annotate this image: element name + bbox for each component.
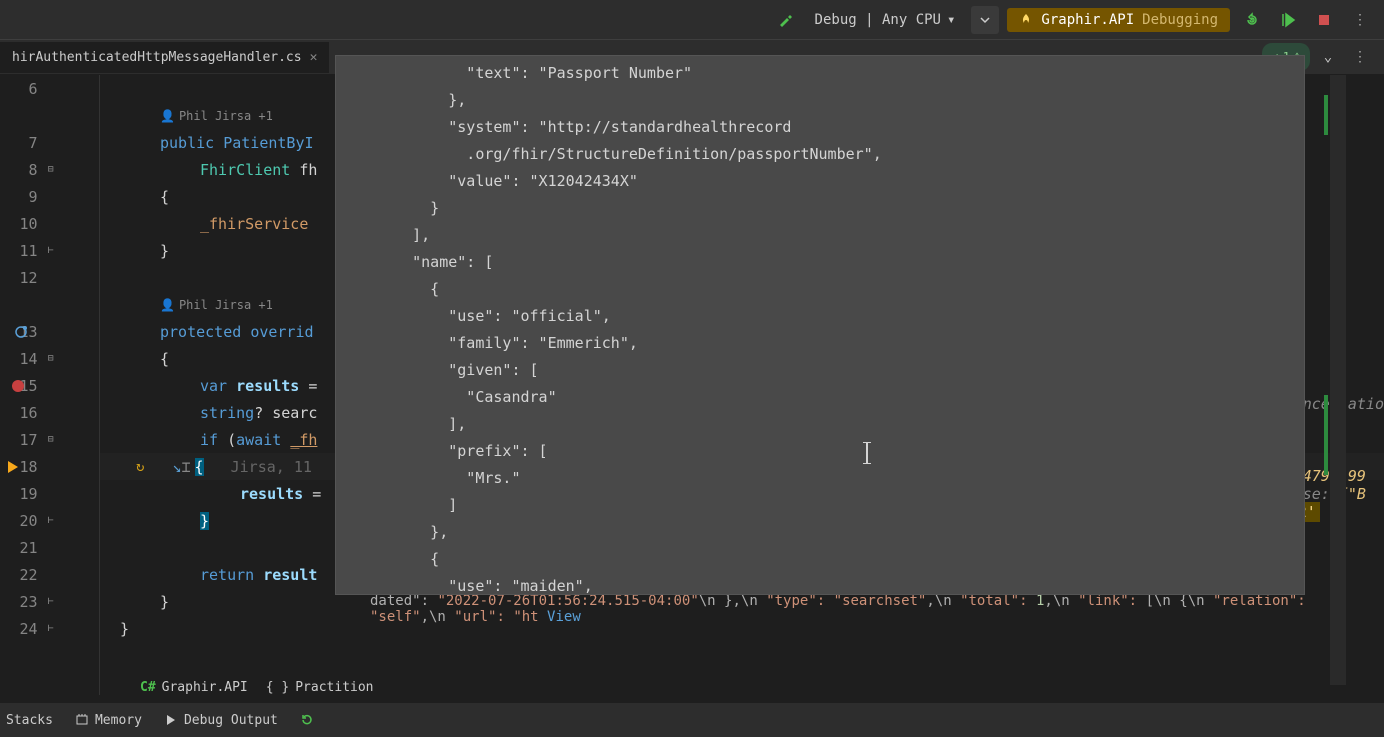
status-bar: Stacks Memory Debug Output (0, 703, 1384, 737)
line-num: 8 (0, 161, 48, 179)
fold-end-icon: ⊢ (48, 623, 54, 634)
execution-pointer-icon[interactable] (8, 461, 18, 473)
config-selector[interactable]: Debug | Any CPU ▾ (807, 8, 964, 32)
kw-if: if (200, 431, 218, 449)
line-num: 24 (0, 620, 48, 638)
cursor-icon: ⌶ (181, 458, 190, 476)
line-num: 23 (0, 593, 48, 611)
kw-return: return (200, 566, 254, 584)
line-num: 6 (0, 80, 48, 98)
toolbar: Debug | Any CPU ▾ Graphir.API Debugging … (0, 0, 1384, 40)
text-cursor-icon (866, 442, 868, 464)
status-debug-output[interactable]: Debug Output (164, 713, 278, 728)
file-tab-label: hirAuthenticatedHttpMessageHandler.cs (12, 50, 302, 65)
line-num: 9 (0, 188, 48, 206)
brace-close: } (106, 242, 169, 260)
chevron-down-icon: ▾ (947, 12, 955, 28)
person-icon: 👤 (160, 298, 175, 312)
stop-icon[interactable] (1310, 6, 1338, 34)
step-back-icon[interactable]: ↻ (136, 459, 144, 475)
inline-author-hint: Jirsa, 11 (204, 458, 312, 476)
kw-public: public PatientByI (160, 134, 314, 152)
refresh-icon (300, 713, 314, 727)
type-fhirclient: FhirClient (200, 161, 290, 179)
line-num: 17 (0, 431, 48, 449)
breakpoint-icon[interactable] (12, 380, 24, 392)
line-num: 15 (0, 377, 48, 395)
kw-override: overrid (250, 323, 313, 341)
brace-open-hl: { (195, 458, 204, 476)
braces-icon: { } (266, 680, 289, 695)
var-result: result (263, 566, 317, 584)
fold-icon[interactable]: ⊟ (48, 353, 54, 364)
change-marker (1324, 95, 1328, 135)
brace-open: { (106, 188, 169, 206)
breadcrumb-class[interactable]: { } Practition (266, 680, 374, 695)
line-num: 10 (0, 215, 48, 233)
brace-close: } (106, 593, 169, 611)
close-icon[interactable]: ✕ (310, 50, 318, 65)
config-label: Debug | Any CPU (815, 12, 941, 28)
var-results: results (236, 377, 299, 395)
breadcrumb-bar: C# Graphir.API { } Practition (140, 680, 374, 695)
memory-icon (75, 713, 89, 727)
line-num: 7 (0, 134, 48, 152)
breadcrumb-project[interactable]: C# Graphir.API (140, 680, 248, 695)
restart-icon[interactable] (1238, 6, 1266, 34)
line-num: 22 (0, 566, 48, 584)
gutter: 6 7 8⊟ 9 10 11⊢ 12 13 14⊟ 15 16 17⊟ 18 1… (0, 75, 100, 695)
line-num: 11 (0, 242, 48, 260)
fold-end-icon: ⊢ (48, 245, 54, 256)
status-stacks[interactable]: Stacks (6, 713, 53, 728)
fold-icon[interactable]: ⊟ (48, 434, 54, 445)
scrollbar[interactable] (1330, 75, 1346, 685)
var-results: results (240, 485, 303, 503)
status-refresh[interactable] (300, 713, 314, 727)
dropdown-arrow-icon[interactable] (971, 6, 999, 34)
debug-datatip[interactable]: "text": "Passport Number" }, "system": "… (335, 55, 1305, 595)
play-icon (164, 713, 178, 727)
kw-protected: protected (160, 323, 241, 341)
more-icon[interactable]: ⋮ (1346, 43, 1374, 71)
fold-end-icon: ⊢ (48, 515, 54, 526)
kw-await: await (236, 431, 281, 449)
debug-project: Graphir.API (1041, 12, 1134, 28)
set-next-icon[interactable]: ↘ (172, 458, 181, 476)
field-fh: _fh (290, 431, 317, 449)
continue-icon[interactable] (1274, 6, 1302, 34)
line-num: 12 (0, 269, 48, 287)
kw-string: string (200, 404, 254, 422)
view-link[interactable]: View (547, 609, 581, 625)
line-num: 21 (0, 539, 48, 557)
person-icon: 👤 (160, 109, 175, 123)
chevron-down-icon[interactable]: ⌄ (1314, 43, 1342, 71)
line-num: 19 (0, 485, 48, 503)
reference-icon (14, 325, 28, 339)
line-num: 20 (0, 512, 48, 530)
tools-icon[interactable] (771, 6, 799, 34)
status-memory[interactable]: Memory (75, 713, 142, 728)
line-num: 14 (0, 350, 48, 368)
brace-close: } (106, 620, 129, 638)
brace-close-hl: } (200, 512, 209, 530)
kw-var: var (200, 377, 227, 395)
fold-icon[interactable]: ⊟ (48, 164, 54, 175)
flame-icon (1019, 13, 1033, 27)
line-num: 16 (0, 404, 48, 422)
more-icon[interactable]: ⋮ (1346, 6, 1374, 34)
fold-end-icon: ⊢ (48, 596, 54, 607)
file-tab-active[interactable]: hirAuthenticatedHttpMessageHandler.cs ✕ (0, 42, 329, 73)
inline-value-hint[interactable]: dated": "2022-07-26T01:56:24.515-04:00"\… (370, 593, 1384, 625)
field-fhirservice: _fhirService (200, 215, 308, 233)
change-marker (1324, 395, 1328, 475)
csharp-icon: C# (140, 680, 156, 695)
debug-status[interactable]: Graphir.API Debugging (1007, 8, 1230, 32)
debug-state: Debugging (1142, 12, 1218, 28)
brace-open: { (106, 350, 169, 368)
